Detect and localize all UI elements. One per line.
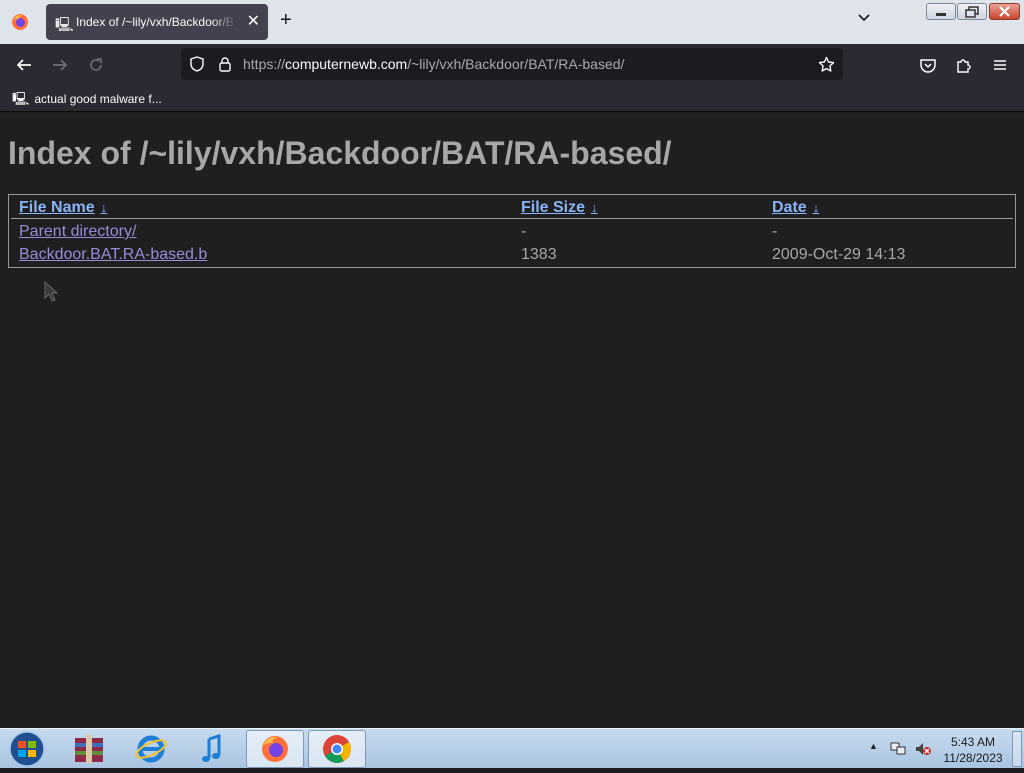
page-content: Index of /~lily/vxh/Backdoor/BAT/RA-base…	[0, 113, 1024, 728]
bookmark-star-icon[interactable]	[818, 56, 835, 73]
winrar-icon	[75, 735, 103, 763]
show-desktop-button[interactable]	[1012, 731, 1022, 767]
sort-arrow-icon[interactable]: ↓	[813, 200, 820, 215]
forward-arrow-icon[interactable]	[51, 56, 69, 74]
file-listing-table: File Name ↓ File Size ↓ Date ↓ Parent direc…	[8, 194, 1016, 268]
taskbar-itunes[interactable]	[184, 730, 242, 768]
restore-button[interactable]	[957, 3, 987, 20]
column-header-file-size[interactable]: File Size ↓	[521, 199, 598, 217]
system-clock[interactable]: 5:43 AM 11/28/2023	[940, 734, 1006, 766]
parent-directory-link[interactable]: Parent directory/	[19, 223, 136, 241]
bookmark-item[interactable]: 🖳 actual good malware f...	[12, 90, 162, 112]
taskbar-internet-explorer[interactable]	[122, 730, 180, 768]
back-arrow-icon[interactable]	[15, 56, 33, 74]
taskbar-chrome[interactable]	[308, 730, 366, 768]
column-header-date[interactable]: Date ↓	[772, 199, 819, 217]
itunes-icon	[202, 733, 221, 762]
url-scheme: https://	[243, 56, 286, 72]
sort-arrow-icon[interactable]: ↓	[591, 200, 598, 215]
mouse-cursor-icon	[44, 281, 59, 302]
tab-active[interactable]: 🖳 Index of /~lily/vxh/Backdoor/BAT/RA-ba…	[46, 4, 268, 40]
url-host: computernewb.com	[285, 56, 408, 72]
date-cell: -	[772, 223, 778, 240]
close-window-button[interactable]	[989, 3, 1020, 20]
firefox-icon	[262, 736, 288, 762]
address-bar[interactable]: https://computernewb.com/~lily/vxh/Backd…	[181, 48, 843, 80]
new-tab-button[interactable]: +	[280, 9, 292, 32]
bookmark-label: actual good malware f...	[34, 92, 162, 106]
file-size-cell: 1383	[521, 246, 557, 263]
file-size-cell: -	[521, 223, 527, 240]
computer-favicon-icon: 🖳	[12, 91, 30, 106]
tab-close-button[interactable]: ✕	[247, 11, 260, 31]
volume-muted-icon[interactable]	[914, 741, 932, 757]
lock-icon[interactable]	[217, 56, 233, 72]
chrome-icon	[323, 735, 351, 763]
file-link[interactable]: Backdoor.BAT.RA-based.b	[19, 246, 207, 264]
extensions-puzzle-icon[interactable]	[955, 56, 973, 74]
tab-strip: 🖳 Index of /~lily/vxh/Backdoor/BAT/RA-ba…	[0, 0, 1024, 44]
bookmarks-toolbar: 🖳 actual good malware f...	[0, 85, 1024, 112]
column-label: File Size	[521, 199, 586, 216]
windows-taskbar: ▲ 5:43 AM 11/28/2023	[0, 728, 1024, 768]
url-path: /~lily/vxh/Backdoor/BAT/RA-based/	[407, 56, 625, 72]
hamburger-menu-icon[interactable]	[991, 56, 1009, 74]
header-divider	[11, 218, 1013, 219]
show-hidden-icons-button[interactable]: ▲	[869, 741, 878, 751]
column-label: Date	[772, 199, 807, 216]
pocket-icon[interactable]	[919, 56, 937, 74]
internet-explorer-icon	[135, 735, 167, 763]
date-cell: 2009-Oct-29 14:13	[772, 246, 906, 263]
taskbar-winrar[interactable]	[60, 730, 118, 768]
url-text[interactable]: https://computernewb.com/~lily/vxh/Backd…	[243, 56, 624, 72]
network-icon[interactable]	[890, 741, 906, 757]
firefox-menu-icon[interactable]	[10, 12, 30, 32]
column-label: File Name	[19, 199, 95, 216]
navigation-toolbar: https://computernewb.com/~lily/vxh/Backd…	[0, 44, 1024, 85]
reload-icon[interactable]	[87, 56, 105, 74]
computer-favicon-icon: 🖳	[55, 16, 74, 32]
tracking-protection-shield-icon[interactable]	[189, 56, 205, 72]
column-header-file-name[interactable]: File Name ↓	[19, 199, 107, 217]
page-title: Index of /~lily/vxh/Backdoor/BAT/RA-base…	[8, 135, 672, 171]
sort-arrow-icon[interactable]: ↓	[101, 200, 108, 215]
clock-date: 11/28/2023	[943, 751, 1003, 765]
taskbar-firefox[interactable]	[246, 730, 304, 768]
list-all-tabs-icon[interactable]	[856, 10, 872, 26]
tab-title: Index of /~lily/vxh/Backdoor/BAT/RA-base…	[76, 15, 236, 29]
clock-time: 5:43 AM	[950, 735, 996, 749]
start-orb-icon[interactable]	[5, 730, 49, 768]
minimize-button[interactable]	[926, 3, 956, 20]
